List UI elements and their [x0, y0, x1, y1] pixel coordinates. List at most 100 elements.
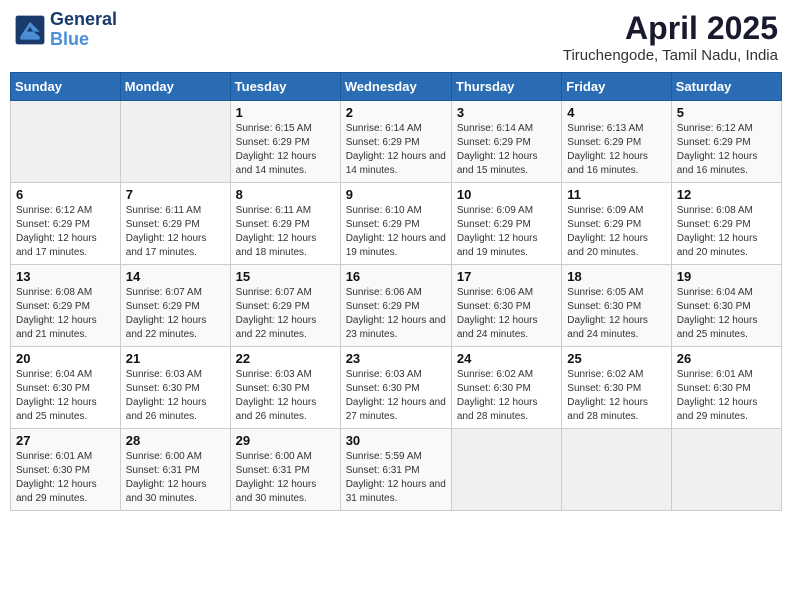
day-info: Sunrise: 6:15 AM Sunset: 6:29 PM Dayligh… — [236, 122, 335, 178]
day-number: 30 — [346, 433, 446, 448]
day-number: 22 — [236, 351, 335, 366]
day-number: 20 — [16, 351, 115, 366]
day-info: Sunrise: 6:14 AM Sunset: 6:29 PM Dayligh… — [346, 122, 446, 178]
weekday-header-thursday: Thursday — [451, 73, 561, 101]
logo-icon — [14, 14, 46, 46]
day-number: 19 — [677, 269, 776, 284]
day-info: Sunrise: 6:11 AM Sunset: 6:29 PM Dayligh… — [236, 204, 335, 260]
day-info: Sunrise: 6:11 AM Sunset: 6:29 PM Dayligh… — [126, 204, 225, 260]
calendar-cell: 4 Sunrise: 6:13 AM Sunset: 6:29 PM Daylig… — [562, 101, 671, 183]
day-info: Sunrise: 6:09 AM Sunset: 6:29 PM Dayligh… — [457, 204, 556, 260]
day-info: Sunrise: 6:12 AM Sunset: 6:29 PM Dayligh… — [16, 204, 115, 260]
calendar-cell: 27Sunrise: 6:01 AM Sunset: 6:30 PM Dayli… — [11, 429, 121, 511]
calendar-cell: 29Sunrise: 6:00 AM Sunset: 6:31 PM Dayli… — [230, 429, 340, 511]
calendar-cell: 8 Sunrise: 6:11 AM Sunset: 6:29 PM Daylig… — [230, 183, 340, 265]
logo: General Blue — [14, 10, 117, 50]
day-number: 24 — [457, 351, 556, 366]
calendar-cell: 17 Sunrise: 6:06 AM Sunset: 6:30 PM Dayli… — [451, 265, 561, 347]
day-number: 11 — [567, 187, 665, 202]
day-info: Sunrise: 6:07 AM Sunset: 6:29 PM Dayligh… — [236, 286, 335, 342]
calendar-cell: 15 Sunrise: 6:07 AM Sunset: 6:29 PM Dayli… — [230, 265, 340, 347]
day-info: Sunrise: 6:08 AM Sunset: 6:29 PM Dayligh… — [16, 286, 115, 342]
calendar-cell: 13 Sunrise: 6:08 AM Sunset: 6:29 PM Dayli… — [11, 265, 121, 347]
calendar-cell: 7 Sunrise: 6:11 AM Sunset: 6:29 PM Daylig… — [120, 183, 230, 265]
calendar-cell: 9 Sunrise: 6:10 AM Sunset: 6:29 PM Daylig… — [340, 183, 451, 265]
day-info: Sunrise: 6:10 AM Sunset: 6:29 PM Dayligh… — [346, 204, 446, 260]
month-title: April 2025 — [563, 10, 778, 47]
weekday-header-sunday: Sunday — [11, 73, 121, 101]
day-number: 5 — [677, 105, 776, 120]
day-number: 26 — [677, 351, 776, 366]
day-number: 16 — [346, 269, 446, 284]
day-number: 3 — [457, 105, 556, 120]
calendar-cell: 19 Sunrise: 6:04 AM Sunset: 6:30 PM Dayli… — [671, 265, 781, 347]
day-number: 29 — [236, 433, 335, 448]
day-info: Sunrise: 5:59 AM Sunset: 6:31 PM Dayligh… — [346, 450, 446, 506]
day-info: Sunrise: 6:03 AM Sunset: 6:30 PM Dayligh… — [236, 368, 335, 424]
day-number: 18 — [567, 269, 665, 284]
calendar-cell — [671, 429, 781, 511]
day-number: 23 — [346, 351, 446, 366]
location: Tiruchengode, Tamil Nadu, India — [563, 47, 778, 64]
day-info: Sunrise: 6:01 AM Sunset: 6:30 PM Dayligh… — [677, 368, 776, 424]
day-info: Sunrise: 6:03 AM Sunset: 6:30 PM Dayligh… — [346, 368, 446, 424]
week-row-4: 20 Sunrise: 6:04 AM Sunset: 6:30 PM Dayli… — [11, 347, 782, 429]
day-info: Sunrise: 6:06 AM Sunset: 6:29 PM Dayligh… — [346, 286, 446, 342]
calendar-cell: 21 Sunrise: 6:03 AM Sunset: 6:30 PM Dayli… — [120, 347, 230, 429]
calendar-cell: 23 Sunrise: 6:03 AM Sunset: 6:30 PM Dayli… — [340, 347, 451, 429]
day-info: Sunrise: 6:03 AM Sunset: 6:30 PM Dayligh… — [126, 368, 225, 424]
day-number: 6 — [16, 187, 115, 202]
day-info: Sunrise: 6:14 AM Sunset: 6:29 PM Dayligh… — [457, 122, 556, 178]
calendar-cell: 24 Sunrise: 6:02 AM Sunset: 6:30 PM Dayli… — [451, 347, 561, 429]
calendar-cell: 10 Sunrise: 6:09 AM Sunset: 6:29 PM Dayli… — [451, 183, 561, 265]
day-info: Sunrise: 6:04 AM Sunset: 6:30 PM Dayligh… — [16, 368, 115, 424]
day-number: 9 — [346, 187, 446, 202]
day-info: Sunrise: 6:04 AM Sunset: 6:30 PM Dayligh… — [677, 286, 776, 342]
calendar-cell: 20 Sunrise: 6:04 AM Sunset: 6:30 PM Dayli… — [11, 347, 121, 429]
calendar-cell — [120, 101, 230, 183]
calendar-cell: 12 Sunrise: 6:08 AM Sunset: 6:29 PM Dayli… — [671, 183, 781, 265]
calendar-cell: 2 Sunrise: 6:14 AM Sunset: 6:29 PM Daylig… — [340, 101, 451, 183]
calendar-cell: 3 Sunrise: 6:14 AM Sunset: 6:29 PM Daylig… — [451, 101, 561, 183]
calendar-cell: 6 Sunrise: 6:12 AM Sunset: 6:29 PM Daylig… — [11, 183, 121, 265]
day-number: 25 — [567, 351, 665, 366]
day-number: 15 — [236, 269, 335, 284]
day-info: Sunrise: 6:05 AM Sunset: 6:30 PM Dayligh… — [567, 286, 665, 342]
day-info: Sunrise: 6:08 AM Sunset: 6:29 PM Dayligh… — [677, 204, 776, 260]
calendar-cell — [451, 429, 561, 511]
day-number: 21 — [126, 351, 225, 366]
day-info: Sunrise: 6:00 AM Sunset: 6:31 PM Dayligh… — [126, 450, 225, 506]
day-number: 8 — [236, 187, 335, 202]
day-number: 10 — [457, 187, 556, 202]
calendar-cell: 25Sunrise: 6:02 AM Sunset: 6:30 PM Dayli… — [562, 347, 671, 429]
weekday-header-saturday: Saturday — [671, 73, 781, 101]
week-row-1: 1Sunrise: 6:15 AM Sunset: 6:29 PM Daylig… — [11, 101, 782, 183]
day-info: Sunrise: 6:02 AM Sunset: 6:30 PM Dayligh… — [457, 368, 556, 424]
day-info: Sunrise: 6:06 AM Sunset: 6:30 PM Dayligh… — [457, 286, 556, 342]
calendar-cell: 16 Sunrise: 6:06 AM Sunset: 6:29 PM Dayli… — [340, 265, 451, 347]
page-header: General Blue April 2025 Tiruchengode, Ta… — [10, 10, 782, 64]
calendar-cell — [562, 429, 671, 511]
day-number: 4 — [567, 105, 665, 120]
day-number: 14 — [126, 269, 225, 284]
day-number: 7 — [126, 187, 225, 202]
day-number: 2 — [346, 105, 446, 120]
week-row-3: 13 Sunrise: 6:08 AM Sunset: 6:29 PM Dayli… — [11, 265, 782, 347]
calendar-cell: 28Sunrise: 6:00 AM Sunset: 6:31 PM Dayli… — [120, 429, 230, 511]
calendar-cell: 5 Sunrise: 6:12 AM Sunset: 6:29 PM Daylig… — [671, 101, 781, 183]
day-number: 12 — [677, 187, 776, 202]
day-number: 27 — [16, 433, 115, 448]
weekday-header-friday: Friday — [562, 73, 671, 101]
day-number: 13 — [16, 269, 115, 284]
calendar-cell: 18 Sunrise: 6:05 AM Sunset: 6:30 PM Dayli… — [562, 265, 671, 347]
calendar-cell: 30 Sunrise: 5:59 AM Sunset: 6:31 PM Dayli… — [340, 429, 451, 511]
weekday-header-tuesday: Tuesday — [230, 73, 340, 101]
day-info: Sunrise: 6:13 AM Sunset: 6:29 PM Dayligh… — [567, 122, 665, 178]
day-info: Sunrise: 6:12 AM Sunset: 6:29 PM Dayligh… — [677, 122, 776, 178]
calendar-cell — [11, 101, 121, 183]
day-info: Sunrise: 6:07 AM Sunset: 6:29 PM Dayligh… — [126, 286, 225, 342]
day-number: 17 — [457, 269, 556, 284]
calendar: SundayMondayTuesdayWednesdayThursdayFrid… — [10, 72, 782, 511]
logo-text: General Blue — [50, 10, 117, 50]
day-info: Sunrise: 6:09 AM Sunset: 6:29 PM Dayligh… — [567, 204, 665, 260]
